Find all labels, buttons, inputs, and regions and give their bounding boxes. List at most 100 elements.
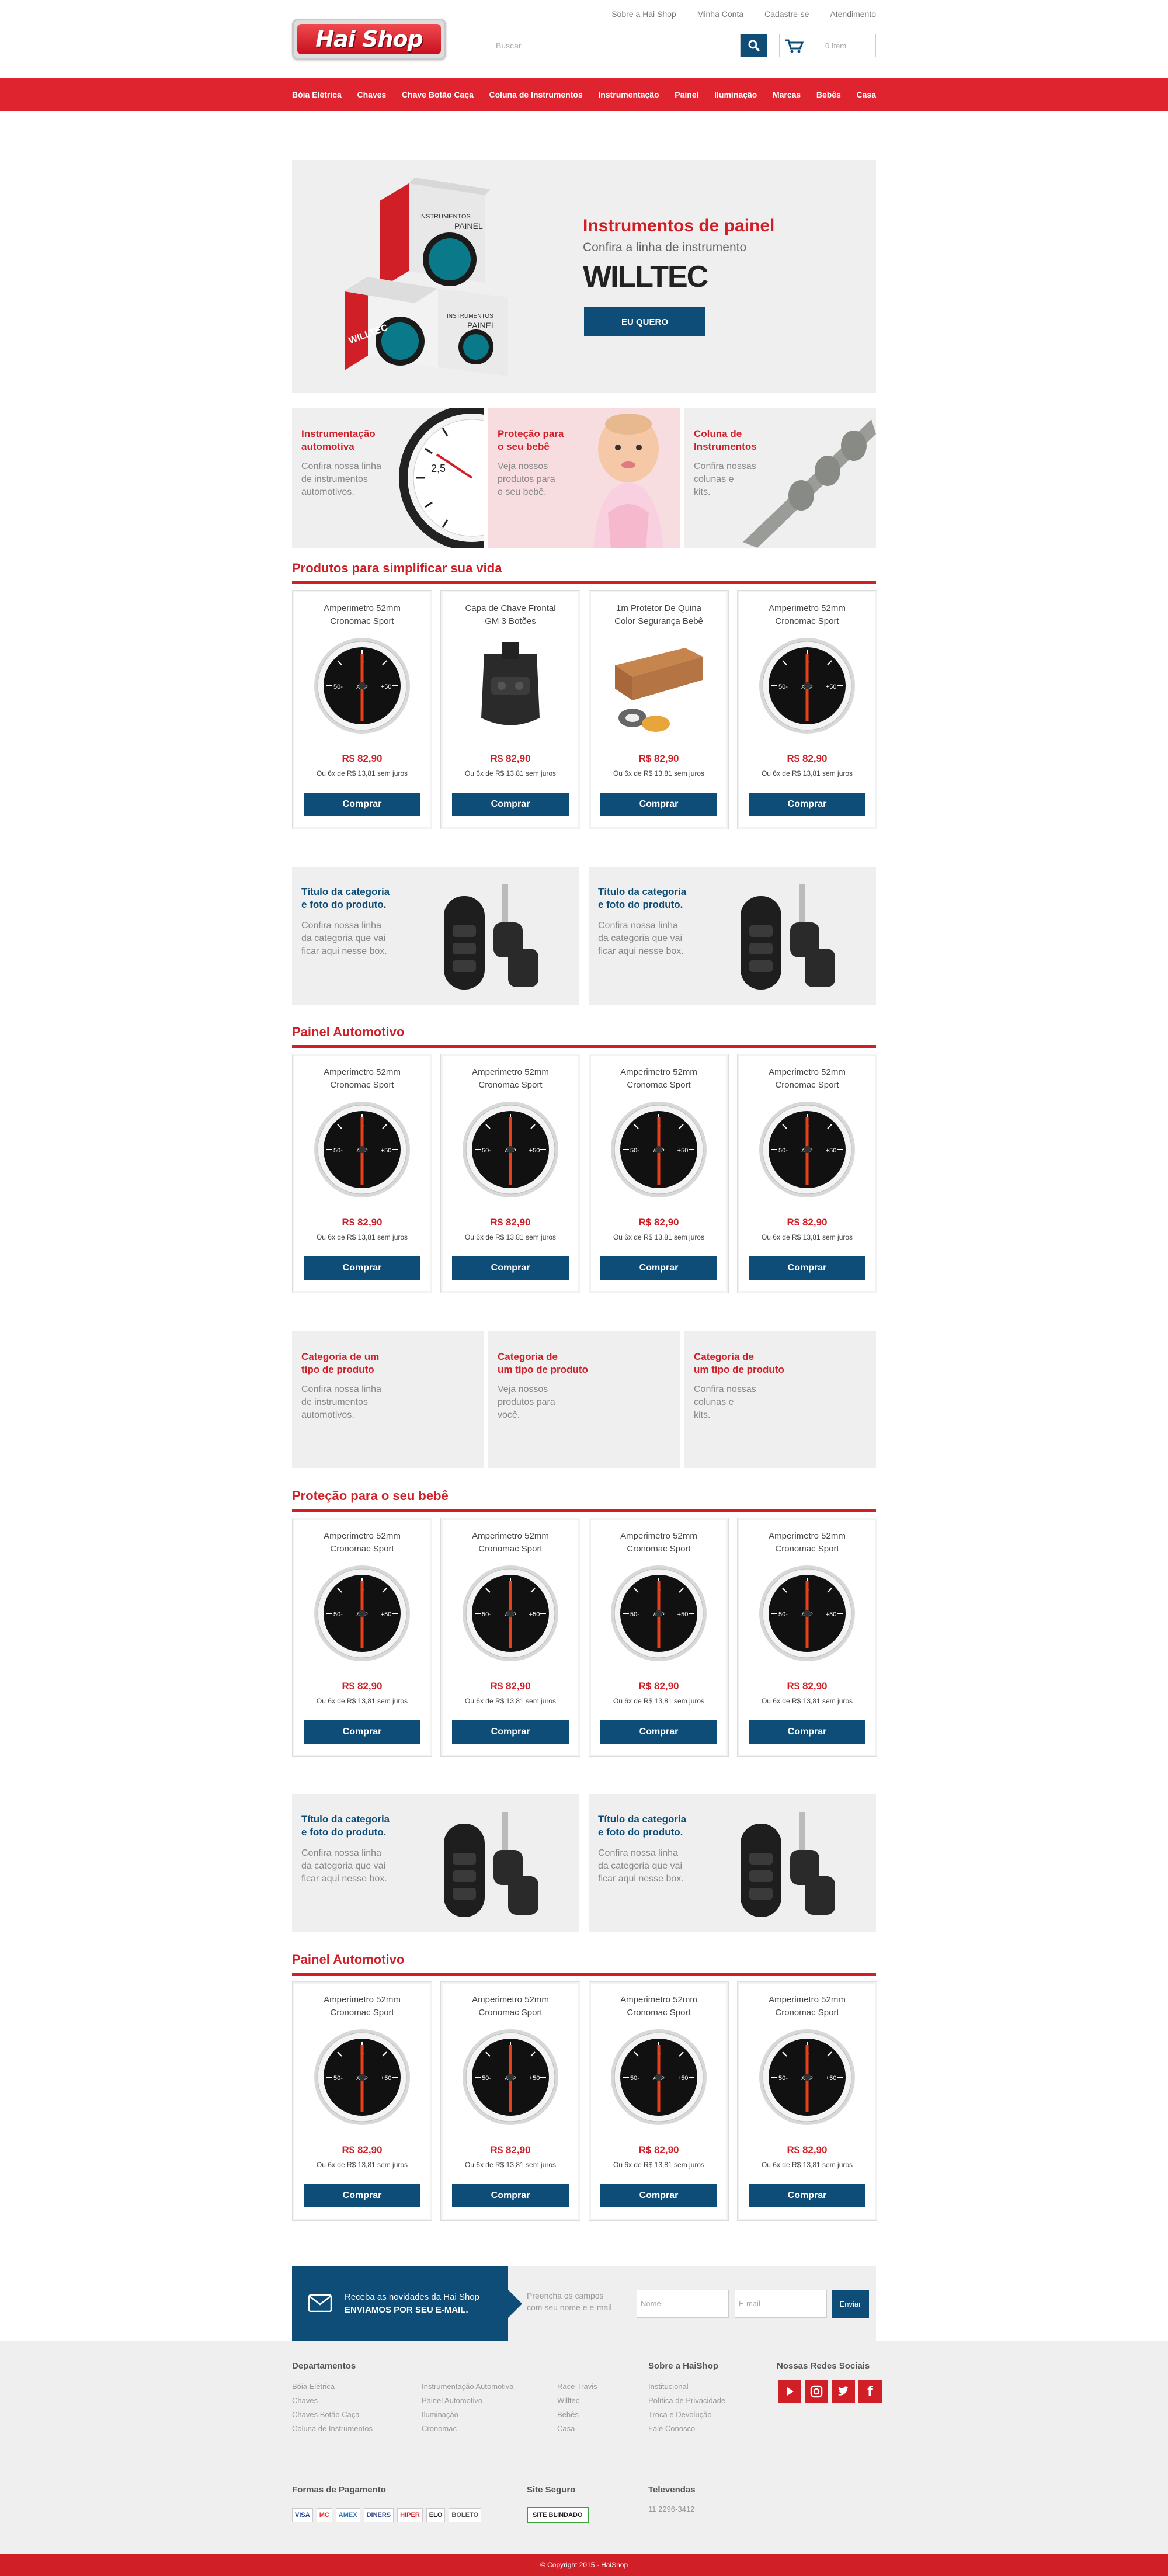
nav-item-painel[interactable]: Painel xyxy=(675,90,698,99)
promo-coluna[interactable]: Coluna de Instrumentos Confira nossas co… xyxy=(684,408,876,548)
product-image[interactable]: 050-+50AMP xyxy=(609,1100,708,1199)
product-name[interactable]: Amperimetro 52mm Cronomac Sport xyxy=(743,1994,871,2019)
product-card[interactable]: Amperimetro 52mm Cronomac Sport050-+50AM… xyxy=(292,1981,432,2221)
footer-link[interactable]: Race Travis xyxy=(557,2380,597,2394)
nav-item-marcas[interactable]: Marcas xyxy=(773,90,801,99)
product-card[interactable]: Amperimetro 52mm Cronomac Sport 050-+50AM… xyxy=(440,1981,580,2221)
footer-link[interactable]: Casa xyxy=(557,2422,597,2436)
buy-button[interactable]: Comprar xyxy=(600,1720,717,1744)
buy-button[interactable]: Comprar xyxy=(600,1256,717,1280)
footer-link[interactable]: Iluminação xyxy=(422,2408,514,2422)
footer-link[interactable]: Instrumentação Automotiva xyxy=(422,2380,514,2394)
nav-item-casa[interactable]: Casa xyxy=(857,90,876,99)
footer-link[interactable]: Bóia Elétrica xyxy=(292,2380,373,2394)
product-card[interactable]: Amperimetro 52mm Cronomac Sport050-+50AM… xyxy=(440,1518,580,1757)
logo[interactable]: Hai Shop xyxy=(292,19,446,60)
footer-link[interactable]: Willtec xyxy=(557,2394,597,2408)
product-name[interactable]: Amperimetro 52mm Cronomac Sport xyxy=(298,602,426,628)
search-button[interactable] xyxy=(741,34,767,57)
buy-button[interactable]: Comprar xyxy=(452,1720,569,1744)
product-name[interactable]: Amperimetro 52mm Cronomac Sport xyxy=(743,1530,871,1556)
nav-item-chave-botao[interactable]: Chave Botão Caça xyxy=(402,90,474,99)
category-box[interactable]: Categoria de um tipo de produto Confira … xyxy=(684,1331,876,1468)
product-card[interactable]: Amperimetro 52mm Cronomac Sport050-+50AM… xyxy=(589,1054,729,1293)
product-card[interactable]: Amperimetro 52mm Cronomac Sport 050-+50AM… xyxy=(737,1518,877,1757)
product-card[interactable]: Amperimetro 52mm Cronomac Sport 050-+50AM… xyxy=(737,1981,877,2221)
product-card[interactable]: Capa de Chave Frontal GM 3 Botões R$ 82,9… xyxy=(440,590,580,829)
nav-item-boia[interactable]: Bóia Elétrica xyxy=(292,90,342,99)
product-image[interactable]: 050-+50AMP xyxy=(757,636,857,735)
buy-button[interactable]: Comprar xyxy=(304,793,420,816)
youtube-icon[interactable] xyxy=(778,2380,801,2403)
product-image[interactable]: 050-+50AMP xyxy=(757,1564,857,1663)
buy-button[interactable]: Comprar xyxy=(304,1256,420,1280)
product-card[interactable]: Amperimetro 52mm Cronomac Sport050-+50AM… xyxy=(440,1054,580,1293)
product-image[interactable] xyxy=(609,636,708,735)
top-link-support[interactable]: Atendimento xyxy=(830,9,876,19)
cart-button[interactable]: 0 Item xyxy=(779,34,876,57)
product-name[interactable]: Amperimetro 52mm Cronomac Sport xyxy=(447,1994,574,2019)
product-name[interactable]: Amperimetro 52mm Cronomac Sport xyxy=(298,1530,426,1556)
product-name[interactable]: 1m Protetor De Quina Color Segurança Beb… xyxy=(595,602,722,628)
buy-button[interactable]: Comprar xyxy=(600,2184,717,2207)
product-name[interactable]: Amperimetro 52mm Cronomac Sport xyxy=(595,1994,722,2019)
name-field[interactable]: Nome xyxy=(637,2290,729,2318)
buy-button[interactable]: Comprar xyxy=(600,793,717,816)
product-card[interactable]: Amperimetro 52mm Cronomac Sport050-+50AM… xyxy=(737,1054,877,1293)
top-link-account[interactable]: Minha Conta xyxy=(697,9,743,19)
product-image[interactable]: 050-+50AMP xyxy=(609,2028,708,2127)
product-image[interactable]: 050-+50AMP xyxy=(312,2028,412,2127)
product-image[interactable]: 050-+50AMP xyxy=(312,1564,412,1663)
product-card[interactable]: Amperimetro 52mm Cronomac Sport050-+50AM… xyxy=(292,1054,432,1293)
buy-button[interactable]: Comprar xyxy=(749,1720,865,1744)
nav-item-chaves[interactable]: Chaves xyxy=(357,90,386,99)
eu-quero-button[interactable]: EU QUERO xyxy=(584,307,705,336)
nav-item-coluna[interactable]: Coluna de Instrumentos xyxy=(489,90,583,99)
product-image[interactable]: 050-+50AMP xyxy=(312,636,412,735)
instagram-icon[interactable] xyxy=(805,2380,828,2403)
buy-button[interactable]: Comprar xyxy=(452,1256,569,1280)
product-card[interactable]: Amperimetro 52mm Cronomac Sport 050-+50AM… xyxy=(589,1981,729,2221)
product-image[interactable]: 050-+50AMP xyxy=(461,2028,560,2127)
footer-link[interactable]: Troca e Devolução xyxy=(648,2408,725,2422)
product-image[interactable] xyxy=(461,636,560,735)
product-name[interactable]: Amperimetro 52mm Cronomac Sport xyxy=(447,1530,574,1556)
promo-bebe[interactable]: Proteção para o seu bebê Veja nossos pro… xyxy=(488,408,680,548)
email-field[interactable]: E-mail xyxy=(735,2290,827,2318)
facebook-icon[interactable]: f xyxy=(858,2380,882,2403)
footer-link[interactable]: Chaves Botão Caça xyxy=(292,2408,373,2422)
category-box[interactable]: Título da categoria e foto do produto. C… xyxy=(292,1794,579,1932)
product-image[interactable]: 050-+50AMP xyxy=(757,1100,857,1199)
category-box[interactable]: Categoria de um tipo de produto Veja nos… xyxy=(488,1331,680,1468)
footer-link[interactable]: Institucional xyxy=(648,2380,725,2394)
nav-item-bebes[interactable]: Bebês xyxy=(816,90,841,99)
search-input[interactable]: Buscar xyxy=(491,34,741,57)
product-card[interactable]: 1m Protetor De Quina Color Segurança Beb… xyxy=(589,590,729,829)
nav-item-iluminacao[interactable]: Iluminação xyxy=(714,90,757,99)
product-image[interactable]: 050-+50AMP xyxy=(312,1100,412,1199)
top-link-register[interactable]: Cadastre-se xyxy=(764,9,809,19)
product-name[interactable]: Amperimetro 52mm Cronomac Sport xyxy=(743,602,871,628)
buy-button[interactable]: Comprar xyxy=(452,793,569,816)
product-image[interactable]: 050-+50AMP xyxy=(461,1100,560,1199)
category-box[interactable]: Título da categoria e foto do produto. C… xyxy=(589,867,876,1005)
category-box[interactable]: Categoria de um tipo de produto Confira … xyxy=(292,1331,484,1468)
footer-link[interactable]: Painel Automotivo xyxy=(422,2394,514,2408)
product-card[interactable]: Amperimetro 52mm Cronomac Sport 050-+50AM… xyxy=(292,590,432,829)
buy-button[interactable]: Comprar xyxy=(304,1720,420,1744)
promo-instrumentacao[interactable]: Instrumentação automotiva Confira nossa … xyxy=(292,408,484,548)
top-link-about[interactable]: Sobre a Hai Shop xyxy=(611,9,676,19)
hero-banner[interactable]: INSTRUMENTOS PAINEL INSTRUMENTOS PAINEL … xyxy=(292,160,876,393)
buy-button[interactable]: Comprar xyxy=(304,2184,420,2207)
buy-button[interactable]: Comprar xyxy=(749,1256,865,1280)
product-image[interactable]: 050-+50AMP xyxy=(757,2028,857,2127)
twitter-icon[interactable] xyxy=(832,2380,855,2403)
product-name[interactable]: Amperimetro 52mm Cronomac Sport xyxy=(595,1530,722,1556)
footer-link[interactable]: Fale Conosco xyxy=(648,2422,725,2436)
nav-item-instrumentacao[interactable]: Instrumentação xyxy=(598,90,659,99)
category-box[interactable]: Título da categoria e foto do produto. C… xyxy=(589,1794,876,1932)
buy-button[interactable]: Comprar xyxy=(749,2184,865,2207)
footer-link[interactable]: Cronomac xyxy=(422,2422,514,2436)
product-card[interactable]: Amperimetro 52mm Cronomac Sport 050-+50AM… xyxy=(737,590,877,829)
footer-link[interactable]: Bebês xyxy=(557,2408,597,2422)
